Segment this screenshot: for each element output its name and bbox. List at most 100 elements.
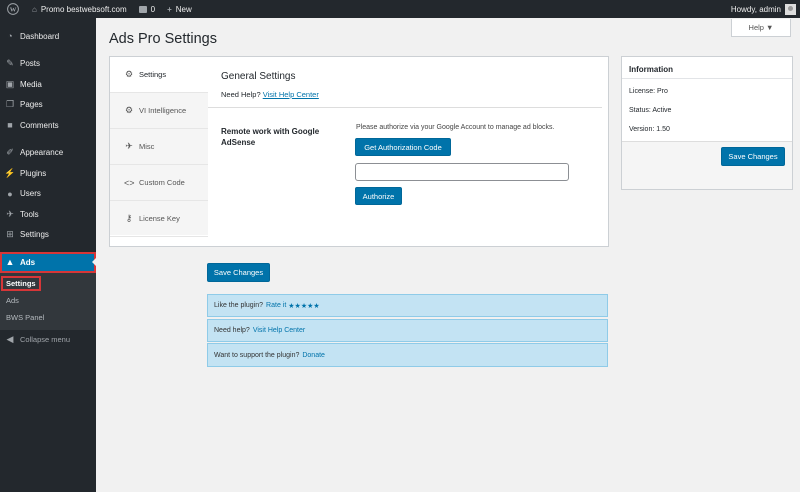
tab-misc[interactable]: ✈ Misc bbox=[110, 129, 208, 165]
notice-text: Need help? bbox=[214, 327, 250, 334]
authorize-button[interactable]: Authorize bbox=[355, 187, 402, 205]
submenu-item-label: Settings bbox=[1, 275, 41, 291]
site-name-link[interactable]: ⌂ Promo bestwebsoft.com bbox=[26, 0, 133, 18]
pin-icon: ✎ bbox=[6, 58, 14, 69]
submenu-item-ads[interactable]: Ads bbox=[0, 292, 96, 309]
tab-label: License Key bbox=[139, 214, 180, 223]
help-tab-button[interactable]: Help ▼ bbox=[731, 19, 791, 37]
new-content-link[interactable]: + New bbox=[161, 0, 198, 18]
code-icon: <> bbox=[124, 177, 135, 188]
comments-link[interactable]: 0 bbox=[133, 0, 161, 18]
sidebar-item-comments[interactable]: ■ Comments bbox=[0, 115, 96, 136]
rating-stars-icon[interactable]: ★★★★★ bbox=[288, 302, 319, 310]
tab-custom-code[interactable]: <> Custom Code bbox=[110, 165, 208, 201]
sidebar-item-dashboard[interactable]: ◔ Dashboard bbox=[0, 26, 96, 47]
new-label: New bbox=[175, 4, 192, 14]
account-menu[interactable]: Howdy, admin bbox=[725, 0, 800, 18]
sidebar-item-plugins[interactable]: ⚡ Plugins bbox=[0, 163, 96, 184]
sidebar-item-appearance[interactable]: ✐ Appearance bbox=[0, 143, 96, 164]
help-line: Need Help? Visit Help Center bbox=[221, 90, 319, 99]
tab-settings[interactable]: ⚙ Settings bbox=[110, 57, 208, 93]
avatar bbox=[785, 3, 796, 15]
sidebar-item-label: Ads bbox=[20, 257, 36, 267]
svg-text:W: W bbox=[10, 6, 17, 13]
info-title: Information bbox=[629, 65, 673, 74]
information-box: Information License: Pro Status: Active … bbox=[621, 56, 793, 190]
get-authorization-code-button[interactable]: Get Authorization Code bbox=[355, 138, 451, 156]
sidebar-item-tools[interactable]: ✈ Tools bbox=[0, 204, 96, 225]
tab-vi-intelligence[interactable]: ⚙ VI Intelligence bbox=[110, 93, 208, 129]
adsense-row-label: Remote work with Google AdSense bbox=[221, 127, 320, 147]
ads-icon: ▲ bbox=[5, 257, 15, 268]
rate-notice: Like the plugin? Rate it ★★★★★ bbox=[207, 294, 608, 317]
info-save-changes-button[interactable]: Save Changes bbox=[721, 147, 785, 166]
sidebar-item-posts[interactable]: ✎ Posts bbox=[0, 54, 96, 75]
submenu-item-label: BWS Panel bbox=[6, 312, 45, 322]
main-content: Help ▼ Ads Pro Settings ⚙ Settings ⚙ VI … bbox=[96, 18, 800, 492]
wrench-icon: ✈ bbox=[125, 141, 133, 151]
status-text: Status: Active bbox=[629, 107, 672, 114]
help-notice: Need help? Visit Help Center bbox=[207, 319, 608, 342]
sidebar-item-users[interactable]: ● Users bbox=[0, 184, 96, 205]
sidebar-item-ads[interactable]: ▲ Ads bbox=[0, 252, 96, 273]
page-title: Ads Pro Settings bbox=[109, 31, 217, 47]
sidebar-item-label: Plugins bbox=[20, 168, 47, 178]
sidebar-item-label: Appearance bbox=[20, 148, 64, 158]
wrench-icon: ✈ bbox=[6, 208, 14, 219]
submenu-item-settings[interactable]: Settings bbox=[0, 275, 96, 292]
gear-icon: ⚙ bbox=[124, 69, 134, 79]
donate-notice: Want to support the plugin? Donate bbox=[207, 343, 608, 367]
submenu-item-label: Ads bbox=[6, 295, 19, 305]
settings-tabs: ⚙ Settings ⚙ VI Intelligence ✈ Misc <> C… bbox=[110, 57, 208, 237]
version-text: Version: 1.50 bbox=[629, 126, 670, 133]
pages-icon: ❐ bbox=[5, 99, 15, 110]
tab-license-key[interactable]: ⚷ License Key bbox=[110, 201, 208, 237]
plus-icon: + bbox=[167, 4, 172, 14]
plugin-icon: ⚡ bbox=[4, 167, 16, 178]
sidebar-item-label: Settings bbox=[20, 230, 49, 240]
users-icon: ● bbox=[7, 188, 13, 199]
media-icon: ▣ bbox=[5, 78, 15, 89]
visit-help-center-link[interactable]: Visit Help Center bbox=[253, 327, 305, 334]
key-icon: ⚷ bbox=[125, 213, 133, 223]
rate-it-link[interactable]: Rate it bbox=[266, 302, 286, 309]
sidebar-item-settings[interactable]: ⊞ Settings bbox=[0, 225, 96, 246]
help-prefix: Need Help? bbox=[221, 90, 261, 99]
tab-label: Settings bbox=[139, 70, 167, 79]
cog-icon: ⚙ bbox=[124, 105, 134, 115]
tab-label: VI Intelligence bbox=[139, 106, 187, 115]
site-name-label: Promo bestwebsoft.com bbox=[40, 4, 127, 14]
authorization-code-input[interactable] bbox=[355, 163, 569, 181]
home-icon: ⌂ bbox=[32, 4, 37, 14]
comments-count: 0 bbox=[150, 4, 156, 14]
submenu-item-bws-panel[interactable]: BWS Panel bbox=[0, 309, 96, 326]
section-title: General Settings bbox=[221, 71, 296, 82]
sidebar-item-label: Users bbox=[20, 189, 41, 199]
brush-icon: ✐ bbox=[6, 147, 14, 158]
sidebar-item-media[interactable]: ▣ Media bbox=[0, 74, 96, 95]
help-center-link[interactable]: Visit Help Center bbox=[263, 90, 319, 99]
collapse-icon: ◀ bbox=[6, 334, 14, 345]
sidebar-item-label: Dashboard bbox=[20, 31, 60, 41]
sidebar-item-label: Media bbox=[20, 79, 42, 89]
donate-link[interactable]: Donate bbox=[302, 352, 325, 359]
settings-icon: ⊞ bbox=[6, 229, 14, 240]
greeting: Howdy, admin bbox=[730, 4, 781, 14]
sidebar-item-label: Comments bbox=[20, 120, 59, 130]
sidebar-item-label: Pages bbox=[20, 100, 43, 110]
sidebar-item-label: Posts bbox=[20, 59, 41, 69]
notice-text: Want to support the plugin? bbox=[214, 351, 300, 359]
save-changes-button[interactable]: Save Changes bbox=[207, 263, 270, 282]
admin-bar: W ⌂ Promo bestwebsoft.com 0 + New Howdy,… bbox=[0, 0, 800, 18]
comment-bubble-icon bbox=[138, 5, 147, 13]
license-text: License: Pro bbox=[629, 88, 668, 95]
sidebar-item-pages[interactable]: ❐ Pages bbox=[0, 95, 96, 116]
collapse-menu-button[interactable]: ◀ Collapse menu bbox=[0, 330, 96, 351]
admin-sidebar: ◔ Dashboard ✎ Posts ▣ Media ❐ Pages ■ Co… bbox=[0, 18, 96, 492]
wordpress-logo-icon[interactable]: W bbox=[0, 0, 26, 18]
ads-submenu: Settings Ads BWS Panel bbox=[0, 272, 96, 330]
settings-panel: ⚙ Settings ⚙ VI Intelligence ✈ Misc <> C… bbox=[109, 56, 609, 247]
tab-content: General Settings Need Help? Visit Help C… bbox=[208, 57, 608, 246]
notice-text: Like the plugin? bbox=[214, 302, 264, 309]
comments-icon: ■ bbox=[7, 120, 13, 131]
